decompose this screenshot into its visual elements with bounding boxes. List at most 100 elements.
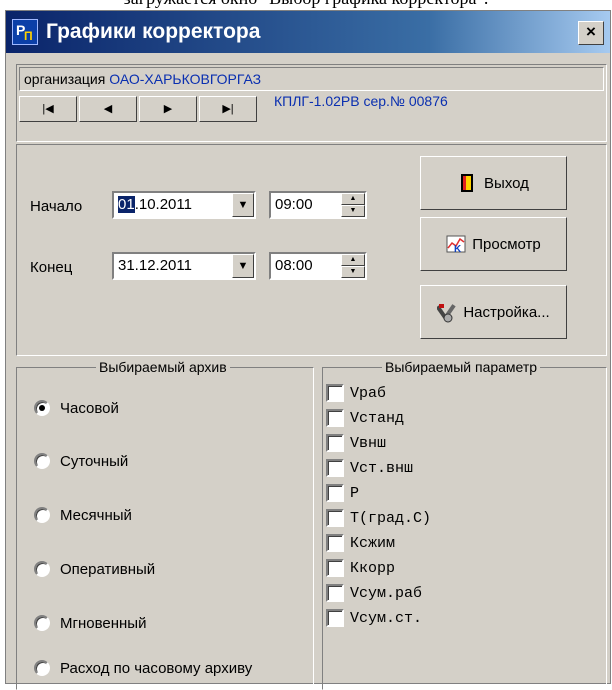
- radio-icon[interactable]: [34, 615, 50, 631]
- start-time-value: 09:00: [275, 196, 313, 213]
- chart-view-icon: K: [446, 234, 466, 255]
- end-time-value: 08:00: [275, 257, 313, 274]
- svg-text:K: K: [454, 244, 462, 254]
- prev-record-button[interactable]: ◀: [79, 96, 137, 122]
- param-label: Vвнш: [350, 434, 387, 452]
- spin-up-icon[interactable]: ▲: [341, 254, 365, 266]
- checkbox-icon[interactable]: [326, 384, 344, 402]
- param-label: Ккорр: [350, 559, 396, 577]
- archive-option-monthly[interactable]: Месячный: [34, 503, 132, 527]
- first-record-button[interactable]: |◀: [19, 96, 77, 122]
- settings-label: Настройка...: [463, 303, 550, 321]
- archive-group: Выбираемый архив Часовой Суточный Месячн…: [16, 358, 314, 690]
- window-title: Графики корректора: [46, 20, 261, 43]
- checkbox-icon[interactable]: [326, 609, 344, 627]
- param-checkbox-row[interactable]: Vст.внш: [326, 457, 413, 479]
- param-checkbox-row[interactable]: T(град.С): [326, 507, 431, 529]
- dialog-window: PП Графики корректора × организация ОАО-…: [5, 10, 611, 690]
- start-date-picker[interactable]: 01.10.2011 ▼: [112, 191, 256, 219]
- end-date-value: 31.12.2011: [118, 257, 192, 274]
- app-icon: PП: [12, 19, 38, 45]
- radio-icon[interactable]: [34, 561, 50, 577]
- archive-option-operative[interactable]: Оперативный: [34, 557, 155, 581]
- end-time-field[interactable]: 08:00 ▲ ▼: [269, 252, 367, 280]
- archive-option-label: Суточный: [60, 452, 129, 470]
- end-label: Конец: [30, 259, 73, 276]
- checkbox-icon[interactable]: [326, 584, 344, 602]
- organization-field: организация ОАО-ХАРЬКОВГОРГАЗ: [19, 67, 604, 91]
- archive-option-daily[interactable]: Суточный: [34, 449, 128, 473]
- start-label: Начало: [30, 198, 83, 215]
- checkbox-icon[interactable]: [326, 534, 344, 552]
- archive-option-instant[interactable]: Мгновенный: [34, 611, 146, 635]
- start-date-dropdown-icon[interactable]: ▼: [232, 193, 254, 217]
- param-checkbox-row[interactable]: Ккорр: [326, 557, 395, 579]
- radio-icon[interactable]: [34, 507, 50, 523]
- device-info: КПЛГ-1.02РВ сер.№ 00876: [274, 93, 448, 109]
- exit-button[interactable]: Выход: [420, 156, 567, 210]
- param-label: T(град.С): [350, 509, 432, 527]
- settings-button[interactable]: Настройка...: [420, 285, 567, 339]
- checkbox-icon[interactable]: [326, 434, 344, 452]
- param-checkbox-row[interactable]: Vвнш: [326, 432, 386, 454]
- spin-up-icon[interactable]: ▲: [341, 193, 365, 205]
- last-record-icon: ▶|: [222, 103, 234, 115]
- view-label: Просмотр: [472, 235, 541, 253]
- archive-option-label: Месячный: [60, 506, 132, 524]
- first-record-icon: |◀: [42, 103, 54, 115]
- last-record-button[interactable]: ▶|: [199, 96, 257, 122]
- start-time-field[interactable]: 09:00 ▲ ▼: [269, 191, 367, 219]
- param-label: Vстанд: [350, 409, 405, 427]
- radio-selected-icon[interactable]: [34, 400, 50, 416]
- end-time-spinner[interactable]: ▲ ▼: [341, 254, 365, 278]
- spin-down-icon[interactable]: ▼: [341, 266, 365, 278]
- checkbox-icon[interactable]: [326, 559, 344, 577]
- door-exit-icon: [458, 173, 478, 193]
- param-checkbox-row[interactable]: Vсум.ст.: [326, 607, 422, 629]
- period-panel: Начало 01.10.2011 ▼ 09:00 ▲ ▼ Конец 31.12…: [16, 144, 607, 356]
- archive-option-hourly[interactable]: Часовой: [34, 396, 119, 420]
- checkbox-icon[interactable]: [326, 409, 344, 427]
- archive-option-label: Оперативный: [60, 560, 156, 578]
- view-button[interactable]: K Просмотр: [420, 217, 567, 271]
- param-label: Vраб: [350, 384, 387, 402]
- tools-settings-icon: [436, 302, 457, 323]
- archive-option-label: Часовой: [60, 399, 119, 417]
- start-date-day: 01: [118, 196, 135, 213]
- checkbox-icon[interactable]: [326, 459, 344, 477]
- param-checkbox-row[interactable]: P: [326, 482, 359, 504]
- end-date-picker[interactable]: 31.12.2011 ▼: [112, 252, 256, 280]
- archive-option-label: Мгновенный: [60, 614, 147, 632]
- close-button[interactable]: ×: [578, 21, 604, 45]
- archive-title: Выбираемый архив: [96, 358, 230, 376]
- param-checkbox-row[interactable]: Vстанд: [326, 407, 404, 429]
- exit-label: Выход: [484, 174, 529, 192]
- param-checkbox-row[interactable]: Vраб: [326, 382, 386, 404]
- end-date-dropdown-icon[interactable]: ▼: [232, 254, 254, 278]
- next-record-button[interactable]: ▶: [139, 96, 197, 122]
- param-label: Ксжим: [350, 534, 396, 552]
- param-checkbox-row[interactable]: Ксжим: [326, 532, 395, 554]
- organization-value: ОАО-ХАРЬКОВГОРГАЗ: [109, 71, 262, 87]
- checkbox-icon[interactable]: [326, 484, 344, 502]
- param-label: P: [350, 484, 360, 502]
- param-checkbox-row[interactable]: Vсум.раб: [326, 582, 422, 604]
- radio-icon[interactable]: [34, 660, 50, 676]
- param-label: Vсум.ст.: [350, 609, 423, 627]
- start-date-rest: .10.2011: [134, 196, 192, 213]
- parameter-title: Выбираемый параметр: [382, 358, 541, 376]
- title-bar: PП Графики корректора ×: [6, 11, 610, 53]
- archive-option-flow[interactable]: Расход по часовому архиву: [34, 656, 252, 680]
- checkbox-icon[interactable]: [326, 509, 344, 527]
- document-caption: загружается окно "Выбор графика корректо…: [0, 0, 612, 10]
- start-time-spinner[interactable]: ▲ ▼: [341, 193, 365, 217]
- organization-label: организация: [24, 71, 106, 87]
- organization-panel: организация ОАО-ХАРЬКОВГОРГАЗ |◀ ◀ ▶ ▶| …: [16, 64, 607, 142]
- archive-option-label: Расход по часовому архиву: [60, 659, 253, 677]
- spin-down-icon[interactable]: ▼: [341, 205, 365, 217]
- param-label: Vст.внш: [350, 459, 414, 477]
- parameter-group: Выбираемый параметр Vраб Vстанд Vвнш Vст…: [322, 358, 607, 690]
- radio-icon[interactable]: [34, 453, 50, 469]
- next-record-icon: ▶: [163, 103, 173, 115]
- param-label: Vсум.раб: [350, 584, 423, 602]
